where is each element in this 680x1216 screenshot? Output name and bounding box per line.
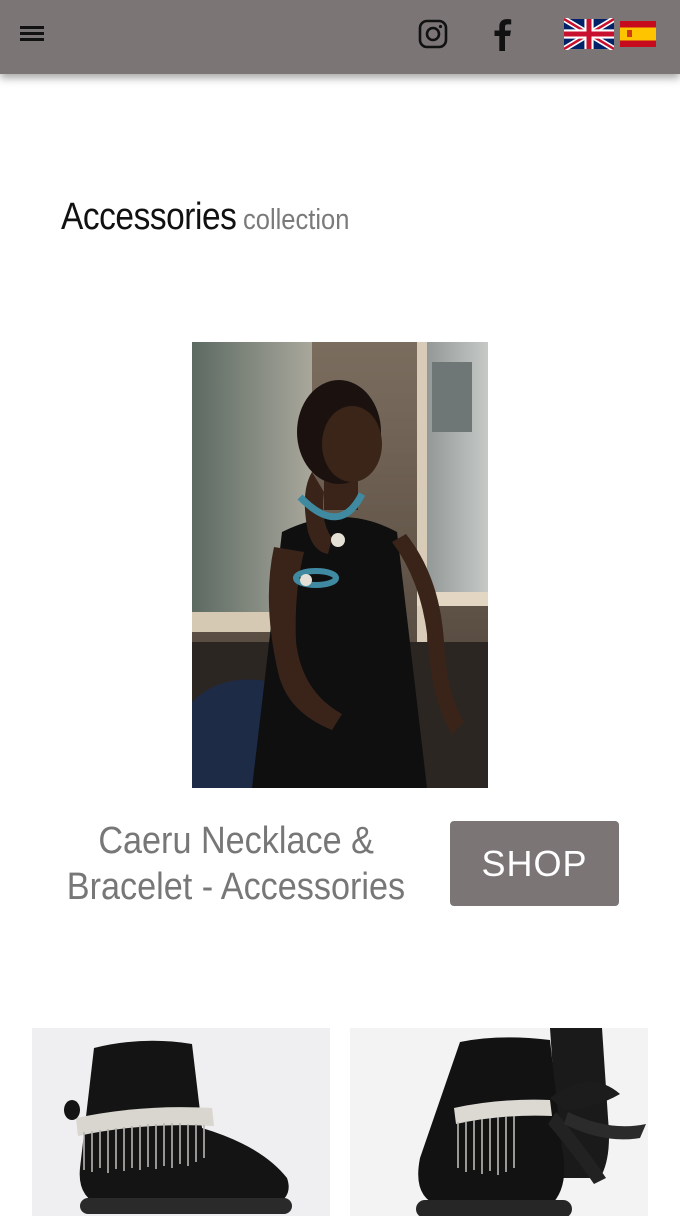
product-name: Caeru Necklace & Bracelet - Accessories [46,818,426,910]
spain-flag-icon[interactable] [620,21,656,47]
product-thumbnail[interactable] [350,1028,648,1216]
shop-button[interactable]: SHOP [450,821,619,906]
featured-product-image[interactable] [192,342,488,788]
facebook-icon[interactable] [488,17,516,51]
product-name-line2: Bracelet - Accessories [66,866,406,908]
product-name-line1: Caeru Necklace & [98,820,374,862]
top-navigation-bar [0,0,680,74]
uk-flag-icon[interactable] [564,18,614,50]
section-title-main: Accessories [61,196,237,238]
section-title-sub: collection [242,204,350,236]
hamburger-menu-icon[interactable] [16,20,48,48]
product-thumbnail[interactable] [32,1028,330,1216]
instagram-icon[interactable] [418,19,448,49]
section-heading: Accessories collection [61,196,364,239]
